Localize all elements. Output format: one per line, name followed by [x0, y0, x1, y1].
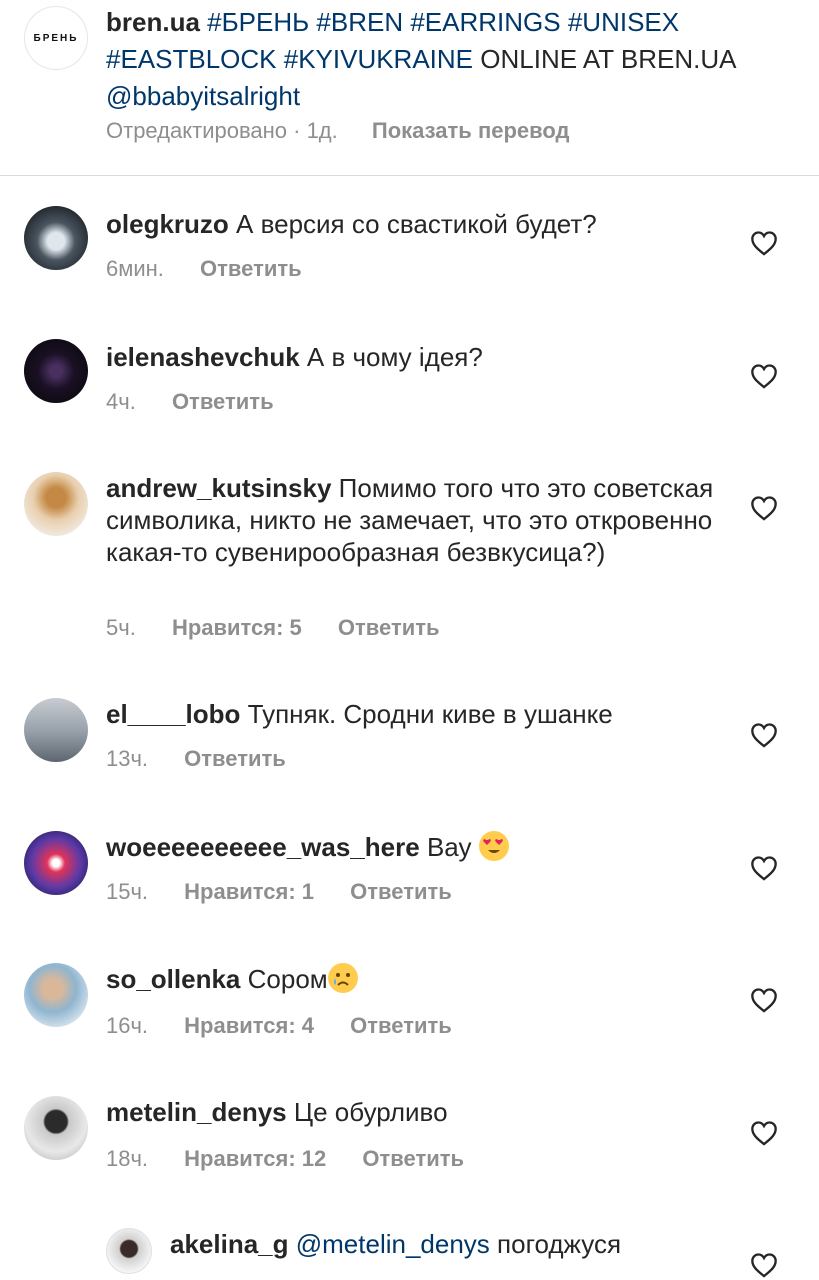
- commenter-avatar[interactable]: [24, 698, 88, 762]
- heart-eyes-emoji-icon: [478, 831, 509, 861]
- comment-body: woeeeeeeeeee_was_here Вау: [106, 831, 726, 863]
- comment-meta: 16ч. Нравится: 4 Ответить: [106, 1013, 482, 1039]
- likes-count[interactable]: Нравится: 12: [184, 1146, 326, 1171]
- heart-outline-icon[interactable]: [750, 987, 778, 1013]
- comment-username[interactable]: akelina_g: [170, 1229, 289, 1259]
- comment-meta: 5ч. Нравится: 5 Ответить: [106, 615, 470, 641]
- comment-username[interactable]: olegkruzo: [106, 209, 229, 239]
- caption-body: ONLINE AT BREN.UA: [480, 44, 736, 74]
- heart-outline-icon[interactable]: [750, 1252, 778, 1278]
- comment-text: А версия со свастикой будет?: [236, 209, 597, 239]
- comment-body: andrew_kutsinsky Помимо того что это сов…: [106, 472, 726, 568]
- heart-outline-icon[interactable]: [750, 722, 778, 748]
- reply-button[interactable]: Ответить: [172, 389, 274, 414]
- reply-button[interactable]: Ответить: [362, 1146, 464, 1171]
- bren-avatar[interactable]: БРЕНЬ: [24, 6, 88, 70]
- caption-username[interactable]: bren.ua: [106, 7, 200, 37]
- comment-body: so_ollenka Сором: [106, 963, 726, 995]
- reply-button[interactable]: Ответить: [184, 746, 286, 771]
- comment-time: 6мин.: [106, 256, 164, 281]
- commenter-avatar[interactable]: [106, 1228, 152, 1274]
- comment-time: 13ч.: [106, 746, 149, 771]
- comment-time: 15ч.: [106, 879, 149, 904]
- heart-outline-icon[interactable]: [750, 363, 778, 389]
- reply-button[interactable]: Ответить: [350, 879, 452, 904]
- commenter-avatar[interactable]: [24, 1096, 88, 1160]
- comment-username[interactable]: ielenashevchuk: [106, 342, 300, 372]
- reply-button[interactable]: Ответить: [200, 256, 302, 281]
- comment-meta: 15ч. Нравится: 1 Ответить: [106, 879, 482, 905]
- comment-username[interactable]: el____lobo: [106, 699, 240, 729]
- comment-mention[interactable]: @metelin_denys: [296, 1229, 490, 1259]
- likes-count[interactable]: Нравится: 4: [184, 1013, 314, 1038]
- show-translation-button[interactable]: Показать перевод: [372, 118, 570, 143]
- comment-text: Сором: [247, 964, 328, 994]
- comment-body: ielenashevchuk А в чому ідея?: [106, 341, 726, 373]
- comment-body: akelina_g @metelin_denys погоджуся: [170, 1228, 790, 1260]
- caption-meta: Отредактировано · 1д. Показать перевод: [106, 118, 570, 144]
- comment-time: 4ч.: [106, 389, 136, 414]
- crying-face-emoji-icon: [327, 963, 358, 993]
- commenter-avatar[interactable]: [24, 963, 88, 1027]
- heart-outline-icon[interactable]: [750, 495, 778, 521]
- comment-body: olegkruzo А версия со свастикой будет?: [106, 208, 726, 240]
- heart-outline-icon[interactable]: [750, 230, 778, 256]
- comment-username[interactable]: andrew_kutsinsky: [106, 473, 331, 503]
- comment-username[interactable]: so_ollenka: [106, 964, 240, 994]
- comment-body: el____lobo Тупняк. Сродни киве в ушанке: [106, 698, 726, 730]
- comment-username[interactable]: woeeeeeeeeee_was_here: [106, 832, 420, 862]
- comment-text: А в чому ідея?: [306, 342, 483, 372]
- comment-meta: 13ч. Ответить: [106, 746, 316, 772]
- comment-text: погоджуся: [497, 1229, 622, 1259]
- likes-count[interactable]: Нравится: 1: [184, 879, 314, 904]
- comment-username[interactable]: metelin_denys: [106, 1097, 287, 1127]
- heart-outline-icon[interactable]: [750, 855, 778, 881]
- comment-meta: 6мин. Ответить: [106, 256, 332, 282]
- comment-text: Це обурливо: [293, 1097, 448, 1127]
- comment-text: Тупняк. Сродни киве в ушанке: [247, 699, 613, 729]
- commenter-avatar[interactable]: [24, 831, 88, 895]
- comment-body: metelin_denys Це обурливо: [106, 1096, 726, 1128]
- comment-meta: 18ч. Нравится: 12 Ответить: [106, 1146, 494, 1172]
- comment-meta: 4ч. Ответить: [106, 389, 304, 415]
- post-caption: БРЕНЬ bren.ua #БРЕНЬ #BREN #EARRINGS #UN…: [0, 0, 819, 176]
- commenter-avatar[interactable]: [24, 339, 88, 403]
- comment-text: Вау: [426, 832, 472, 862]
- comment-time: 18ч.: [106, 1146, 149, 1171]
- commenter-avatar[interactable]: [24, 206, 88, 270]
- heart-outline-icon[interactable]: [750, 1120, 778, 1146]
- avatar-logo-text: БРЕНЬ: [33, 32, 79, 44]
- edited-label: Отредактировано · 1д.: [106, 118, 338, 143]
- reply-button[interactable]: Ответить: [350, 1013, 452, 1038]
- reply-button[interactable]: Ответить: [338, 615, 440, 640]
- comment-time: 5ч.: [106, 615, 136, 640]
- caption-text: bren.ua #БРЕНЬ #BREN #EARRINGS #UNISEX #…: [106, 4, 796, 115]
- commenter-avatar[interactable]: [24, 472, 88, 536]
- likes-count[interactable]: Нравится: 5: [172, 615, 302, 640]
- comment-time: 16ч.: [106, 1013, 149, 1038]
- caption-mention[interactable]: @bbabyitsalright: [106, 81, 300, 111]
